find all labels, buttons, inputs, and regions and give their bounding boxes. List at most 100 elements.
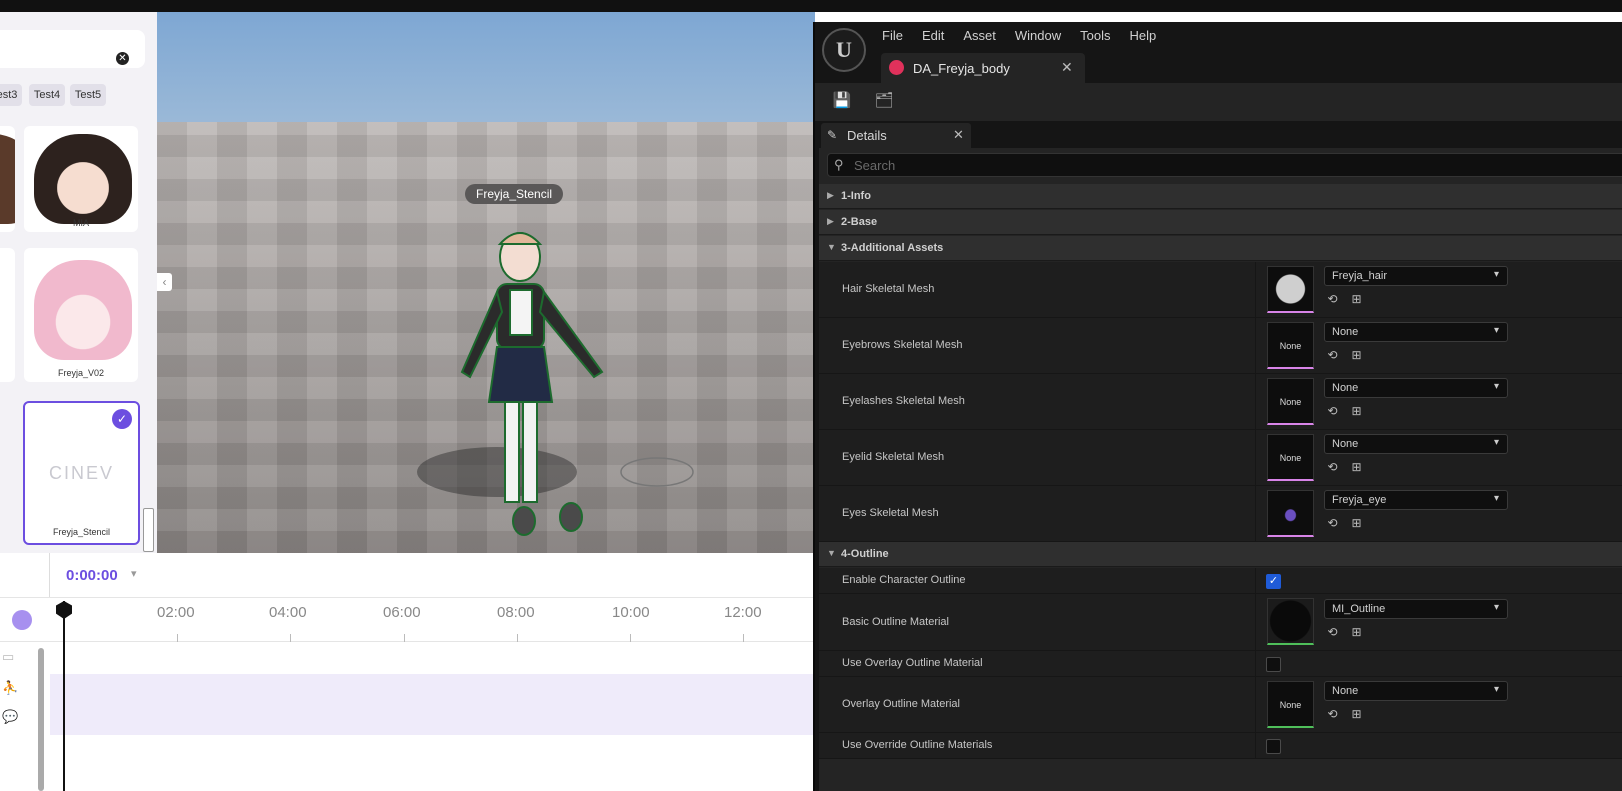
tick-mark [177,634,178,642]
column-divider [1255,374,1256,429]
panel-scrollbar[interactable] [143,508,154,552]
timeline-ruler[interactable]: 02:00 04:00 06:00 08:00 10:00 12:00 [0,597,815,642]
save-icon[interactable]: 💾 [832,91,852,111]
clear-search-icon[interactable]: ✕ [116,52,129,65]
chevron-down-icon: ▾ [1493,437,1499,448]
menu-tools[interactable]: Tools [1080,28,1110,43]
prop-hair-skeletal-mesh: Hair Skeletal Mesh Freyja_hair ▾ ⟲ ⊞ [819,262,1622,318]
asset-picker[interactable]: Freyja_eye ▾ [1324,490,1508,510]
tick-mark [517,634,518,642]
use-selected-icon[interactable]: ⟲ [1325,516,1340,531]
browse-icon[interactable]: ⊞ [1349,707,1364,722]
column-divider [1255,733,1256,758]
asset-thumbnail[interactable]: None [1267,434,1314,481]
asset-picker[interactable]: MI_Outline ▾ [1324,599,1508,619]
category-4-outline[interactable]: ▼ 4-Outline [819,542,1622,567]
prop-basic-outline-material: Basic Outline Material MI_Outline ▾ ⟲ ⊞ [819,594,1622,651]
browse-icon[interactable]: 🗂 [874,91,894,111]
asset-thumbnail[interactable] [1267,598,1314,645]
use-override-checkbox[interactable] [1266,739,1281,754]
asset-thumbnail[interactable]: None [1267,681,1314,728]
enable-outline-checkbox[interactable]: ✓ [1266,574,1281,589]
tick-mark [743,634,744,642]
menu-file[interactable]: File [882,28,903,43]
browse-icon[interactable]: ⊞ [1349,404,1364,419]
asset-thumbnail[interactable]: None [1267,322,1314,369]
browse-icon[interactable]: ⊞ [1349,348,1364,363]
floor-marker [620,457,694,487]
tag-test3[interactable]: est3 [0,84,22,106]
character-card-freyja-stencil[interactable]: ✓ CINEV Freyja_Stencil [23,401,140,545]
timeline-scrollbar[interactable] [38,648,44,791]
asset-picker[interactable]: None ▾ [1324,322,1508,342]
asset-thumbnail[interactable] [1267,266,1314,313]
asset-picker[interactable]: None ▾ [1324,378,1508,398]
prop-label: Basic Outline Material [842,616,949,628]
prop-enable-character-outline: Enable Character Outline ✓ [819,568,1622,594]
collapse-panel-button[interactable]: ‹ [157,273,172,291]
tick-label: 02:00 [157,604,195,621]
close-icon[interactable]: ✕ [953,127,964,143]
asset-picker[interactable]: Freyja_hair ▾ [1324,266,1508,286]
timeline-track[interactable] [50,674,815,735]
character-card-partial[interactable] [0,126,15,232]
avatar[interactable] [12,610,32,630]
tick-label: 04:00 [269,604,307,621]
column-divider [1255,430,1256,485]
tick-mark [290,634,291,642]
asset-thumbnail[interactable]: None [1267,378,1314,425]
use-selected-icon[interactable]: ⟲ [1325,348,1340,363]
asset-thumbnail[interactable] [1267,490,1314,537]
menu-window[interactable]: Window [1015,28,1061,43]
browse-icon[interactable]: ⊞ [1349,516,1364,531]
character-card-partial[interactable] [0,248,15,382]
category-1-info[interactable]: ▶ 1-Info [819,184,1622,209]
tab-asset[interactable]: DA_Freyja_body ✕ [881,53,1085,83]
menu-help[interactable]: Help [1129,28,1156,43]
tag-test5[interactable]: Test5 [70,84,106,106]
prop-label: Use Override Outline Materials [842,739,993,751]
timeline-current-time[interactable]: 0:00:00 [66,567,118,584]
use-selected-icon[interactable]: ⟲ [1325,292,1340,307]
close-icon[interactable]: ✕ [1061,59,1073,76]
clip-icon[interactable]: ▭ [2,649,14,665]
chevron-down-icon: ▾ [1493,269,1499,280]
use-selected-icon[interactable]: ⟲ [1325,707,1340,722]
browse-icon[interactable]: ⊞ [1349,292,1364,307]
use-selected-icon[interactable]: ⟲ [1325,460,1340,475]
browse-icon[interactable]: ⊞ [1349,625,1364,640]
prop-label: Enable Character Outline [842,574,966,586]
prop-eyelid-skeletal-mesh: Eyelid Skeletal Mesh None None ▾ ⟲ ⊞ [819,430,1622,486]
tick-label: 12:00 [724,604,762,621]
tick-mark [630,634,631,642]
tag-test4[interactable]: Test4 [29,84,65,106]
motion-icon[interactable]: ⛹ [2,680,18,696]
freyja-v02-portrait [34,260,132,360]
use-selected-icon[interactable]: ⟲ [1325,625,1340,640]
chevron-down-icon[interactable]: ▾ [131,567,137,580]
3d-viewport[interactable]: Freyja_Stencil [157,12,815,553]
character-card-freyja-v02[interactable]: Freyja_V02 [24,248,138,382]
tick-mark [404,634,405,642]
collapse-arrow-icon: ▼ [827,242,836,252]
asset-picker[interactable]: None ▾ [1324,681,1508,701]
character-model[interactable] [157,12,815,553]
menu-asset[interactable]: Asset [963,28,996,43]
details-search[interactable]: ⚲ [827,153,1622,177]
menu-edit[interactable]: Edit [922,28,944,43]
asset-picker[interactable]: None ▾ [1324,434,1508,454]
browse-icon[interactable]: ⊞ [1349,460,1364,475]
use-overlay-checkbox[interactable] [1266,657,1281,672]
category-3-additional-assets[interactable]: ▼ 3-Additional Assets [819,236,1622,261]
tick-label: 08:00 [497,604,535,621]
use-selected-icon[interactable]: ⟲ [1325,404,1340,419]
column-divider [1255,568,1256,593]
chat-icon[interactable]: 💬 [2,709,18,725]
playhead[interactable] [63,601,65,791]
tab-details[interactable]: ✎ Details ✕ [821,123,971,148]
character-card-mia[interactable]: MIA [24,126,138,232]
category-2-base[interactable]: ▶ 2-Base [819,210,1622,235]
search-input[interactable] [854,156,1554,174]
tick-label: 10:00 [612,604,650,621]
asset-value: None [1332,438,1359,450]
